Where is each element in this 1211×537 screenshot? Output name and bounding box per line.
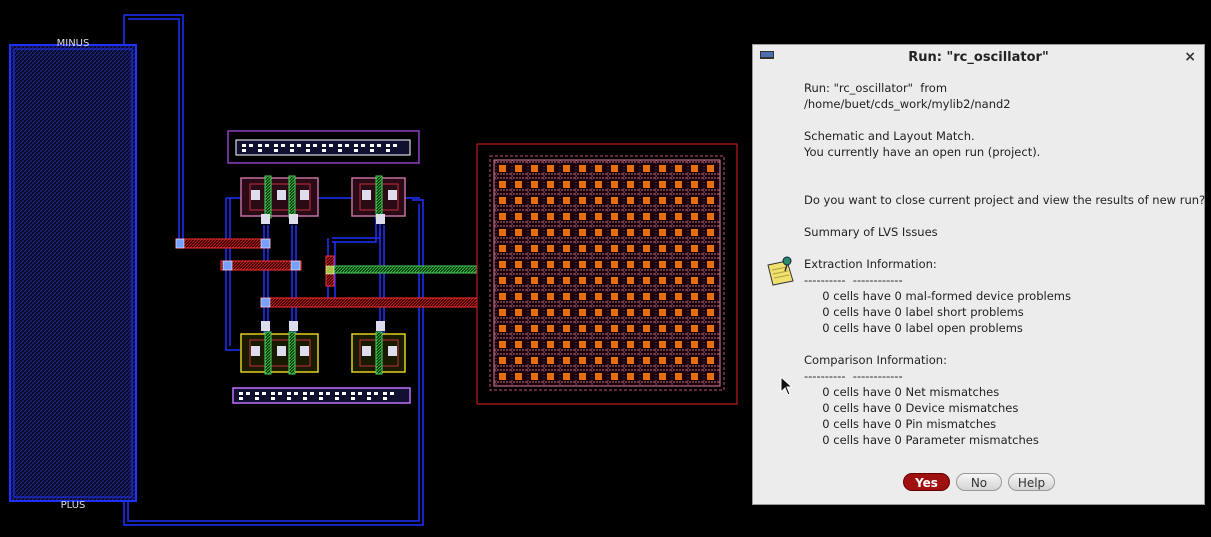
message-line — [804, 240, 1198, 256]
pin-label-minus: MINUS — [57, 38, 90, 49]
message-line — [804, 112, 1198, 128]
message-line: You currently have an open run (project)… — [804, 145, 1041, 159]
dialog-titlebar[interactable]: Run: "rc_oscillator" × — [753, 45, 1204, 71]
pmos-left[interactable] — [240, 175, 319, 224]
message-line: 0 cells have 0 mal-formed device problem… — [804, 289, 1071, 303]
no-button[interactable]: No — [956, 473, 1002, 491]
message-line: Summary of LVS Issues — [804, 225, 938, 239]
message-line: Schematic and Layout Match. — [804, 129, 975, 143]
yes-button[interactable]: Yes — [903, 473, 950, 491]
dialog-title: Run: "rc_oscillator" — [908, 50, 1049, 65]
capacitor-block[interactable] — [9, 44, 137, 502]
mouse-pointer-icon — [780, 376, 794, 396]
message-line: ---------- ------------ — [804, 369, 903, 383]
message-line: Run: "rc_oscillator" from — [804, 81, 948, 95]
message-line: Extraction Information: — [804, 257, 937, 271]
help-button[interactable]: Help — [1008, 473, 1055, 491]
message-line — [804, 160, 1198, 176]
message-line — [804, 336, 1198, 352]
message-line: 0 cells have 0 Net mismatches — [804, 385, 1000, 399]
message-line — [804, 208, 1198, 224]
message-line: 0 cells have 0 Pin mismatches — [804, 417, 997, 431]
dialog-message: Run: "rc_oscillator" from /home/buet/cds… — [804, 80, 1206, 448]
message-line: Do you want to close current project and… — [804, 193, 1206, 207]
message-line: Comparison Information: — [804, 353, 947, 367]
nmos-left[interactable] — [240, 321, 319, 375]
bottom-tap-strip[interactable] — [232, 387, 411, 404]
message-line: 0 cells have 0 label open problems — [804, 321, 1023, 335]
output-net[interactable] — [333, 265, 499, 274]
pmos-right[interactable] — [351, 175, 406, 224]
message-line: /home/buet/cds_work/mylib2/nand2 — [804, 97, 1011, 111]
notepad-pushpin-icon — [767, 256, 794, 286]
message-line — [804, 176, 1198, 192]
close-icon[interactable]: × — [1184, 49, 1196, 65]
message-line: 0 cells have 0 Parameter mismatches — [804, 433, 1039, 447]
pin-label-plus: PLUS — [61, 500, 86, 511]
route-contacts — [175, 238, 335, 308]
message-line: ---------- ------------ — [804, 273, 903, 287]
resistor-array[interactable] — [476, 143, 738, 405]
message-line: 0 cells have 0 label short problems — [804, 305, 1024, 319]
lvs-run-dialog[interactable]: Run: "rc_oscillator" × Run: "rc_oscillat… — [752, 44, 1205, 505]
message-line: 0 cells have 0 Device mismatches — [804, 401, 1019, 415]
nmos-right[interactable] — [351, 321, 406, 375]
